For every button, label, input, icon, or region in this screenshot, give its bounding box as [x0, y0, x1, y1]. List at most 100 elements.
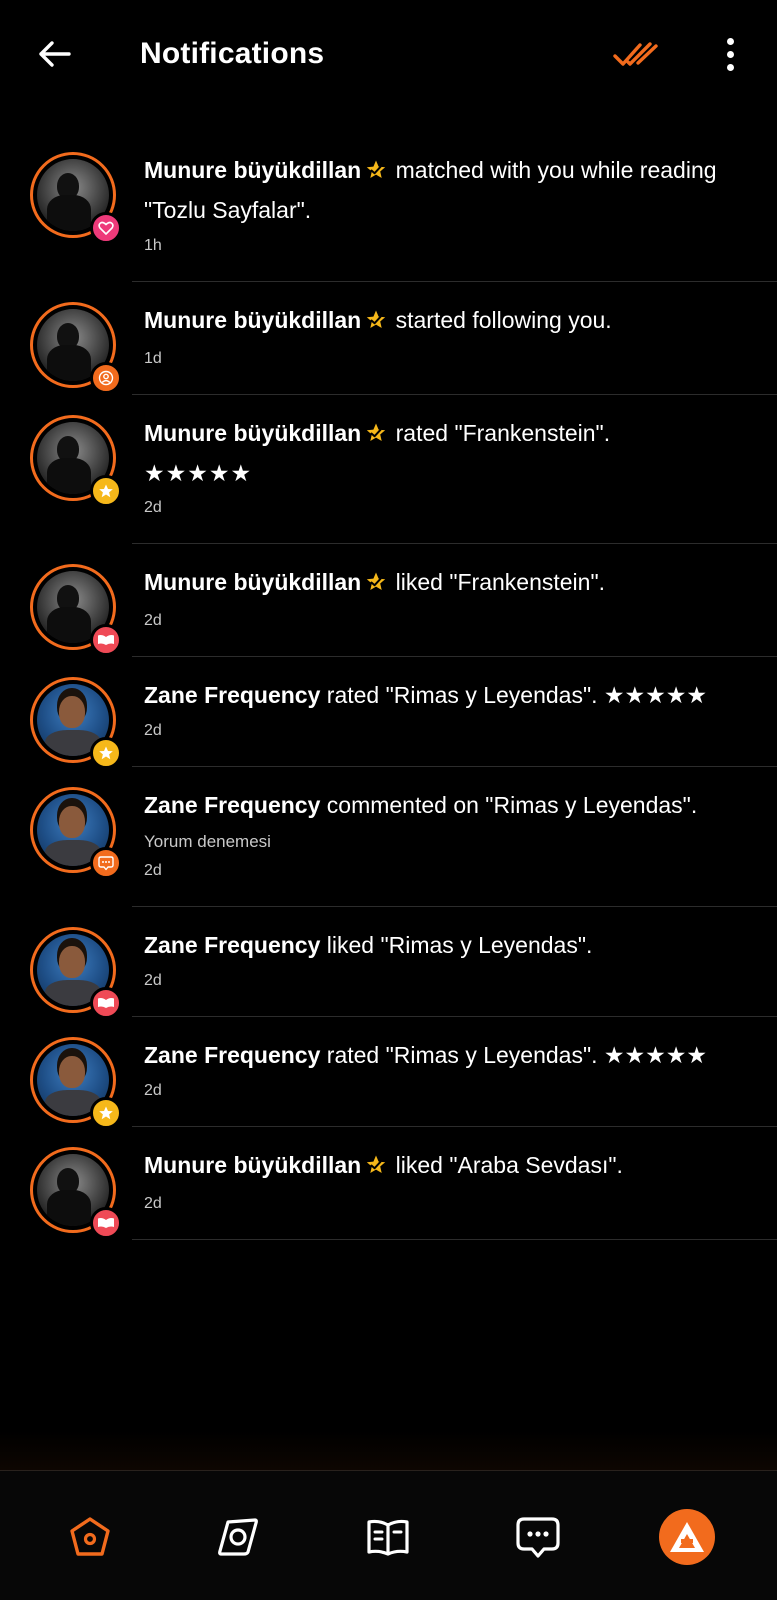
username[interactable]: Munure büyükdillan [144, 307, 361, 333]
avatar[interactable] [30, 927, 122, 1019]
messages-icon [516, 1517, 560, 1558]
username[interactable]: Zane Frequency [144, 1042, 320, 1068]
nav-profile[interactable] [659, 1509, 715, 1565]
timestamp: 2d [144, 972, 162, 989]
notification-content: Munure büyükdillan liked "Araba Sevdası"… [132, 1127, 777, 1239]
avatar[interactable] [30, 302, 122, 394]
double-check-icon [613, 42, 658, 66]
timestamp: 2d [144, 499, 162, 516]
username[interactable]: Munure büyükdillan [144, 420, 361, 446]
notification-item[interactable]: Munure büyükdillan liked "Araba Sevdası"… [30, 1127, 777, 1240]
notification-message: liked "Rimas y Leyendas". [320, 932, 593, 958]
mark-all-read-button[interactable] [612, 36, 660, 72]
verified-badge-icon [365, 155, 387, 192]
notification-item[interactable]: Munure büyükdillan matched with you whil… [30, 132, 777, 282]
avatar[interactable] [30, 152, 122, 244]
more-options-button[interactable] [712, 34, 748, 74]
verified-badge-icon [365, 418, 387, 455]
star-icon [90, 1097, 122, 1129]
rating-stars: ★★★★★ [144, 460, 253, 486]
notification-item[interactable]: Zane Frequency rated "Rimas y Leyendas".… [30, 657, 777, 769]
notification-content: Zane Frequency rated "Rimas y Leyendas".… [132, 657, 777, 766]
username[interactable]: Munure büyükdillan [144, 157, 361, 183]
notification-content: Zane Frequency liked "Rimas y Leyendas".… [132, 907, 777, 1016]
notification-text: Munure büyükdillan rated "Frankenstein". [144, 415, 753, 455]
timestamp: 2d [144, 612, 162, 629]
notification-text: Munure büyükdillan matched with you whil… [144, 152, 753, 229]
notification-item[interactable]: Munure büyükdillan liked "Frankenstein".… [30, 544, 777, 657]
notification-content: Munure büyükdillan matched with you whil… [132, 132, 777, 281]
notification-item[interactable]: Munure büyükdillan started following you… [30, 282, 777, 395]
timestamp: 1d [144, 350, 162, 367]
notification-message: liked "Araba Sevdası". [389, 1152, 623, 1178]
notification-item[interactable]: Zane Frequency commented on "Rimas y Ley… [30, 767, 777, 907]
avatar[interactable] [30, 415, 122, 507]
timestamp: 2d [144, 722, 162, 739]
notification-item[interactable]: Munure büyükdillan rated "Frankenstein".… [30, 395, 777, 544]
username[interactable]: Munure büyükdillan [144, 569, 361, 595]
dot-icon [726, 50, 734, 58]
nav-messages[interactable] [510, 1509, 566, 1565]
notification-message: rated "Rimas y Leyendas". ★★★★★ [320, 682, 707, 708]
app-header: Notifications [0, 0, 777, 108]
nav-home[interactable] [62, 1509, 118, 1565]
notification-message: commented on "Rimas y Leyendas". [320, 792, 698, 818]
notification-text: Munure büyükdillan liked "Araba Sevdası"… [144, 1147, 753, 1187]
notification-text: Zane Frequency commented on "Rimas y Ley… [144, 787, 753, 824]
avatar[interactable] [30, 1147, 122, 1239]
username[interactable]: Zane Frequency [144, 932, 320, 958]
notification-message: liked "Frankenstein". [389, 569, 605, 595]
username[interactable]: Munure büyükdillan [144, 1152, 361, 1178]
notification-item[interactable]: Zane Frequency liked "Rimas y Leyendas".… [30, 907, 777, 1019]
avatar[interactable] [30, 787, 122, 879]
notification-text: Zane Frequency rated "Rimas y Leyendas".… [144, 1037, 753, 1074]
notification-message: rated "Rimas y Leyendas". ★★★★★ [320, 1042, 707, 1068]
book-icon [90, 624, 122, 656]
avatar[interactable] [30, 564, 122, 656]
timestamp: 2d [144, 862, 162, 879]
profile-icon [670, 1522, 704, 1552]
arrow-left-icon [39, 41, 71, 67]
nav-discover[interactable] [210, 1509, 266, 1565]
notification-text: Munure büyükdillan started following you… [144, 302, 753, 342]
verified-badge-icon [365, 305, 387, 342]
username[interactable]: Zane Frequency [144, 792, 320, 818]
star-icon [90, 475, 122, 507]
notification-content: Zane Frequency rated "Rimas y Leyendas".… [132, 1017, 777, 1126]
avatar[interactable] [30, 1037, 122, 1129]
heart-icon [90, 212, 122, 244]
notification-item[interactable]: Zane Frequency rated "Rimas y Leyendas".… [30, 1017, 777, 1129]
notification-content: Munure büyükdillan started following you… [132, 282, 777, 394]
bottom-navigation [0, 1431, 777, 1600]
star-icon [90, 737, 122, 769]
back-button[interactable] [34, 34, 74, 74]
book-icon [90, 1207, 122, 1239]
comment-preview: Yorum denemesi [144, 832, 271, 851]
notification-content: Zane Frequency commented on "Rimas y Ley… [132, 767, 777, 906]
dot-icon [726, 37, 734, 45]
dot-icon [726, 63, 734, 71]
timestamp: 2d [144, 1082, 162, 1099]
nav-library[interactable] [360, 1509, 416, 1565]
library-icon [367, 1519, 409, 1556]
notification-text: Zane Frequency rated "Rimas y Leyendas".… [144, 677, 753, 714]
notification-content: Munure büyükdillan rated "Frankenstein".… [132, 395, 777, 543]
notification-text: Munure büyükdillan liked "Frankenstein". [144, 564, 753, 604]
timestamp: 2d [144, 1195, 162, 1212]
username[interactable]: Zane Frequency [144, 682, 320, 708]
book-icon [90, 987, 122, 1019]
avatar[interactable] [30, 677, 122, 769]
notification-list: Munure büyükdillan matched with you whil… [0, 132, 777, 1240]
page-title: Notifications [140, 37, 325, 70]
notification-message: rated "Frankenstein". [389, 420, 611, 446]
verified-badge-icon [365, 567, 387, 604]
notification-message: started following you. [389, 307, 612, 333]
chat-icon [90, 847, 122, 879]
timestamp: 1h [144, 237, 162, 254]
verified-badge-icon [365, 1150, 387, 1187]
notification-text: Zane Frequency liked "Rimas y Leyendas". [144, 927, 753, 964]
notification-content: Munure büyükdillan liked "Frankenstein".… [132, 544, 777, 656]
home-icon [70, 1517, 110, 1556]
user-icon [90, 362, 122, 394]
discover-icon [218, 1518, 258, 1556]
